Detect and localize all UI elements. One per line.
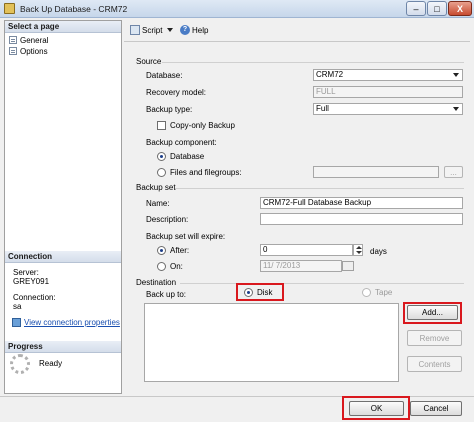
disk-radio[interactable]: Disk (244, 288, 273, 297)
connection-label: Connection: (13, 293, 56, 302)
contents-button[interactable]: Contents (407, 356, 462, 372)
chevron-down-icon (453, 107, 459, 111)
backup-type-value: Full (316, 104, 329, 113)
progress-header: Progress (5, 341, 121, 353)
page-item-label: Options (20, 46, 48, 56)
on-label: On: (170, 262, 183, 271)
copy-only-checkbox[interactable]: Copy-only Backup (157, 121, 235, 130)
page-icon (9, 47, 17, 55)
properties-icon (12, 317, 21, 327)
radio-selected (157, 152, 166, 161)
component-database-label: Database (170, 152, 205, 161)
on-date-field: 11/ 7/2013 (260, 260, 342, 272)
component-files-radio[interactable]: Files and filegroups: (157, 168, 242, 177)
backup-type-select[interactable]: Full (313, 103, 463, 115)
recovery-model-field: FULL (313, 86, 463, 98)
tape-radio[interactable]: Tape (362, 288, 392, 297)
help-label: Help (192, 25, 209, 35)
days-stepper[interactable] (353, 244, 363, 256)
add-button[interactable]: Add... (407, 305, 458, 320)
script-button[interactable]: Script (130, 25, 174, 35)
connection-header: Connection (5, 251, 121, 263)
server-label: Server: (13, 268, 39, 277)
tape-label: Tape (375, 288, 393, 297)
server-value: GREY091 (13, 277, 50, 286)
script-icon (130, 25, 140, 35)
expire-after-radio[interactable]: After: (157, 246, 189, 255)
checkbox (157, 121, 166, 130)
expire-on-radio[interactable]: On: (157, 262, 183, 271)
progress-status: Ready (39, 359, 63, 368)
database-value: CRM72 (316, 70, 344, 79)
files-filegroups-field (313, 166, 439, 178)
radio-unselected (157, 262, 166, 271)
destination-list[interactable] (144, 303, 399, 382)
backup-set-header: Backup set (136, 183, 176, 192)
backup-set-divider (175, 188, 464, 189)
close-button[interactable]: X (448, 1, 472, 16)
after-label: After: (170, 246, 190, 255)
after-days-field[interactable]: 0 (260, 244, 353, 256)
window-title: Back Up Database - CRM72 (20, 4, 128, 14)
page-item-options[interactable]: Options (9, 46, 48, 56)
script-label: Script (142, 25, 163, 35)
recovery-model-label: Recovery model: (146, 88, 207, 97)
browse-files-button[interactable]: ... (444, 166, 463, 178)
remove-button[interactable]: Remove (407, 330, 462, 346)
help-icon: ? (180, 25, 190, 35)
component-files-label: Files and filegroups: (170, 168, 242, 177)
radio-disabled (362, 288, 371, 297)
source-header: Source (136, 57, 162, 66)
backup-to-label: Back up to: (146, 290, 187, 299)
left-pane: Select a page General Options Connection… (4, 20, 122, 394)
select-page-header: Select a page (5, 21, 121, 33)
name-field[interactable]: CRM72-Full Database Backup (260, 197, 463, 209)
database-select[interactable]: CRM72 (313, 69, 463, 81)
cancel-button[interactable]: Cancel (410, 401, 462, 416)
maximize-button[interactable]: □ (427, 1, 447, 16)
help-button[interactable]: ? Help (180, 25, 208, 35)
disk-label: Disk (257, 288, 273, 297)
chevron-down-icon (167, 28, 174, 32)
destination-divider (180, 283, 464, 284)
copy-only-label: Copy-only Backup (170, 121, 235, 130)
backup-component-label: Backup component: (146, 138, 217, 147)
backup-type-label: Backup type: (146, 105, 193, 114)
chevron-down-icon (453, 73, 459, 77)
view-connection-properties-label: View connection properties (24, 317, 120, 327)
spinner-icon (10, 354, 30, 374)
page-item-label: General (20, 35, 49, 45)
radio-selected (244, 288, 253, 297)
page-item-general[interactable]: General (9, 35, 48, 45)
database-icon (4, 3, 15, 14)
minimize-button[interactable]: – (406, 1, 426, 16)
component-database-radio[interactable]: Database (157, 152, 204, 161)
expire-label: Backup set will expire: (146, 232, 226, 241)
page-icon (9, 36, 17, 44)
ok-button[interactable]: OK (349, 401, 404, 416)
toolbar: Script ? Help (124, 20, 470, 42)
destination-header: Destination (136, 278, 177, 287)
radio-selected (157, 246, 166, 255)
description-label: Description: (146, 215, 189, 224)
database-label: Database: (146, 71, 183, 80)
description-field[interactable] (260, 213, 463, 225)
view-connection-properties-link[interactable]: View connection properties (12, 317, 120, 327)
source-divider (162, 62, 464, 63)
connection-value: sa (13, 302, 22, 311)
name-label: Name: (146, 199, 170, 208)
days-label: days (370, 247, 387, 256)
title-bar: Back Up Database - CRM72 – □ X (0, 0, 474, 18)
calendar-dropdown-icon[interactable] (342, 261, 354, 271)
radio-unselected (157, 168, 166, 177)
